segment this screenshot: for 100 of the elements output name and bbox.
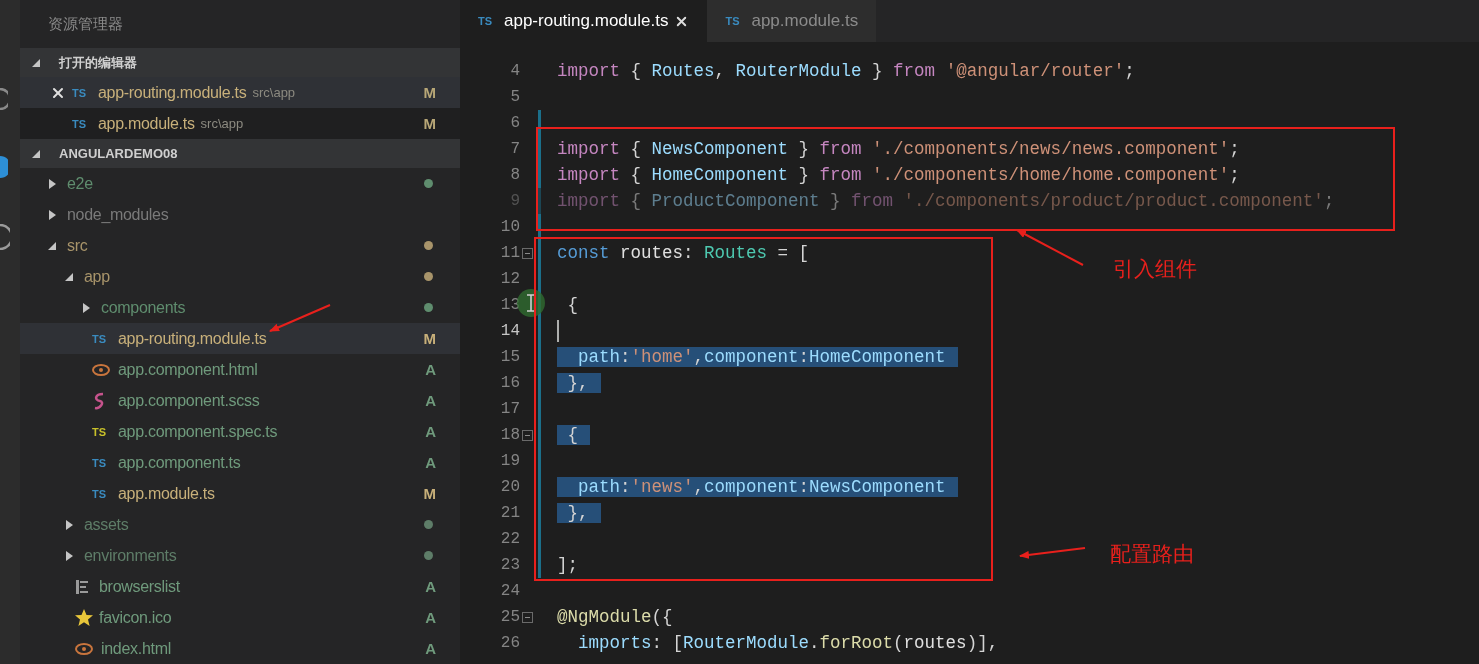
line-number: 7 — [509, 140, 520, 158]
file-name: app-routing.module.ts — [98, 83, 247, 102]
collapsed-caret-icon[interactable] — [48, 209, 57, 220]
fold-icon[interactable] — [522, 612, 533, 623]
git-status: A — [425, 640, 436, 657]
line-number: 20 — [499, 478, 520, 496]
typescript-file-icon: TS — [478, 15, 498, 27]
activity-icon[interactable] — [0, 88, 8, 110]
file-name: app-routing.module.ts — [118, 329, 267, 348]
line-number: 18 — [499, 426, 520, 444]
line-number: 10 — [499, 218, 520, 236]
folder-name: e2e — [67, 174, 93, 193]
collapsed-caret-icon[interactable] — [48, 178, 57, 189]
typescript-file-icon: TS — [725, 15, 746, 27]
section-title: ANGULARDEMO08 — [59, 146, 178, 161]
typescript-file-icon: TS — [72, 86, 92, 99]
folder-item[interactable]: app — [20, 261, 460, 292]
section-title: 打开的编辑器 — [59, 53, 137, 72]
file-item[interactable]: favicon.ico A — [20, 602, 460, 633]
file-path: src\app — [200, 116, 244, 131]
file-name: app.component.ts — [118, 453, 241, 472]
folder-name: node_modules — [67, 205, 169, 224]
star-icon — [75, 609, 93, 626]
typescript-file-icon: TS — [92, 456, 112, 469]
line-number: 17 — [499, 400, 520, 418]
git-status: A — [425, 423, 436, 440]
git-status: A — [425, 361, 436, 378]
folder-item[interactable]: e2e — [20, 168, 460, 199]
swirl-icon — [92, 391, 106, 410]
code-line: const routes: Routes = [ — [557, 243, 810, 263]
line-number: 15 — [499, 348, 520, 366]
eye-icon — [75, 642, 93, 655]
git-status: M — [423, 330, 436, 347]
line-number: 23 — [499, 556, 520, 574]
file-item[interactable]: TS app.component.ts A — [20, 447, 460, 478]
section-header[interactable]: 打开的编辑器 — [20, 48, 460, 77]
file-item[interactable]: browserslist A — [20, 571, 460, 602]
file-item[interactable]: app.component.scss A — [20, 385, 460, 416]
folder-name: src — [67, 236, 88, 255]
folder-name: assets — [84, 515, 129, 534]
typescript-file-icon: TS — [72, 117, 92, 130]
line-number: 26 — [499, 634, 520, 652]
editor-tab[interactable]: TS app.module.ts — [707, 0, 877, 42]
file-item[interactable]: TS app.component.spec.ts A — [20, 416, 460, 447]
file-name: app.module.ts — [98, 114, 195, 133]
folder-name: components — [101, 298, 186, 317]
fold-icon[interactable] — [522, 248, 533, 259]
typescript-file-icon: TS — [92, 425, 112, 438]
git-status: A — [425, 609, 436, 626]
git-status: M — [423, 84, 436, 101]
expanded-caret-icon[interactable] — [48, 240, 57, 251]
sidebar-title: 资源管理器 — [48, 14, 123, 34]
folder-item[interactable]: environments — [20, 540, 460, 571]
line-number: 21 — [499, 504, 520, 522]
git-status: A — [425, 454, 436, 471]
pointer-arrow — [269, 304, 331, 332]
activity-icon[interactable] — [0, 224, 10, 250]
git-status: M — [423, 115, 436, 132]
annotation-label: 引入组件 — [1113, 256, 1197, 283]
expanded-caret-icon[interactable] — [32, 57, 41, 68]
line-number: 4 — [509, 62, 520, 80]
line-number: 19 — [499, 452, 520, 470]
code-line: import { NewsComponent } from './components/news/news.component'; — [557, 139, 1240, 159]
open-editor-item[interactable]: TS app.module.ts src\app M — [20, 108, 460, 139]
pointer-arrow — [1016, 229, 1084, 266]
git-status: A — [425, 392, 436, 409]
eye-icon — [92, 363, 110, 376]
file-item[interactable]: index.html A — [20, 633, 460, 664]
folder-name: environments — [84, 546, 177, 565]
expanded-caret-icon[interactable] — [32, 148, 41, 159]
expanded-caret-icon[interactable] — [65, 271, 74, 282]
line-number: 16 — [499, 374, 520, 392]
collapsed-caret-icon[interactable] — [65, 550, 74, 561]
collapsed-caret-icon[interactable] — [82, 302, 91, 313]
folder-item[interactable]: node_modules — [20, 199, 460, 230]
file-name: browserslist — [99, 577, 180, 596]
line-number: 14 — [499, 322, 520, 340]
code-line: imports: [RouterModule.forRoot(routes)], — [577, 633, 999, 653]
editor-tab[interactable]: TS app-routing.module.ts — [460, 0, 708, 42]
folder-item[interactable]: assets — [20, 509, 460, 540]
file-item[interactable]: app.component.html A — [20, 354, 460, 385]
file-item[interactable]: TS app-routing.module.ts M — [20, 323, 460, 354]
folder-item[interactable]: src — [20, 230, 460, 261]
notification-badge-icon[interactable] — [0, 156, 8, 178]
code-line: import { ProductComponent } from './components/product/product.component'; — [557, 191, 1335, 211]
folder-item[interactable]: components — [20, 292, 460, 323]
line-number: 8 — [509, 166, 520, 184]
file-name: app.module.ts — [118, 484, 215, 503]
line-number: 5 — [509, 88, 520, 106]
line-number: 24 — [499, 582, 520, 600]
fold-icon[interactable] — [522, 430, 533, 441]
section-header[interactable]: ANGULARDEMO08 — [20, 139, 460, 168]
file-name: favicon.ico — [99, 608, 172, 627]
file-name: index.html — [101, 639, 171, 658]
file-item[interactable]: TS app.module.ts M — [20, 478, 460, 509]
open-editor-item[interactable]: TS app-routing.module.ts src\app M — [20, 77, 460, 108]
git-status: A — [425, 578, 436, 595]
line-number: 12 — [499, 270, 520, 288]
collapsed-caret-icon[interactable] — [65, 519, 74, 530]
line-number: 6 — [509, 114, 520, 132]
